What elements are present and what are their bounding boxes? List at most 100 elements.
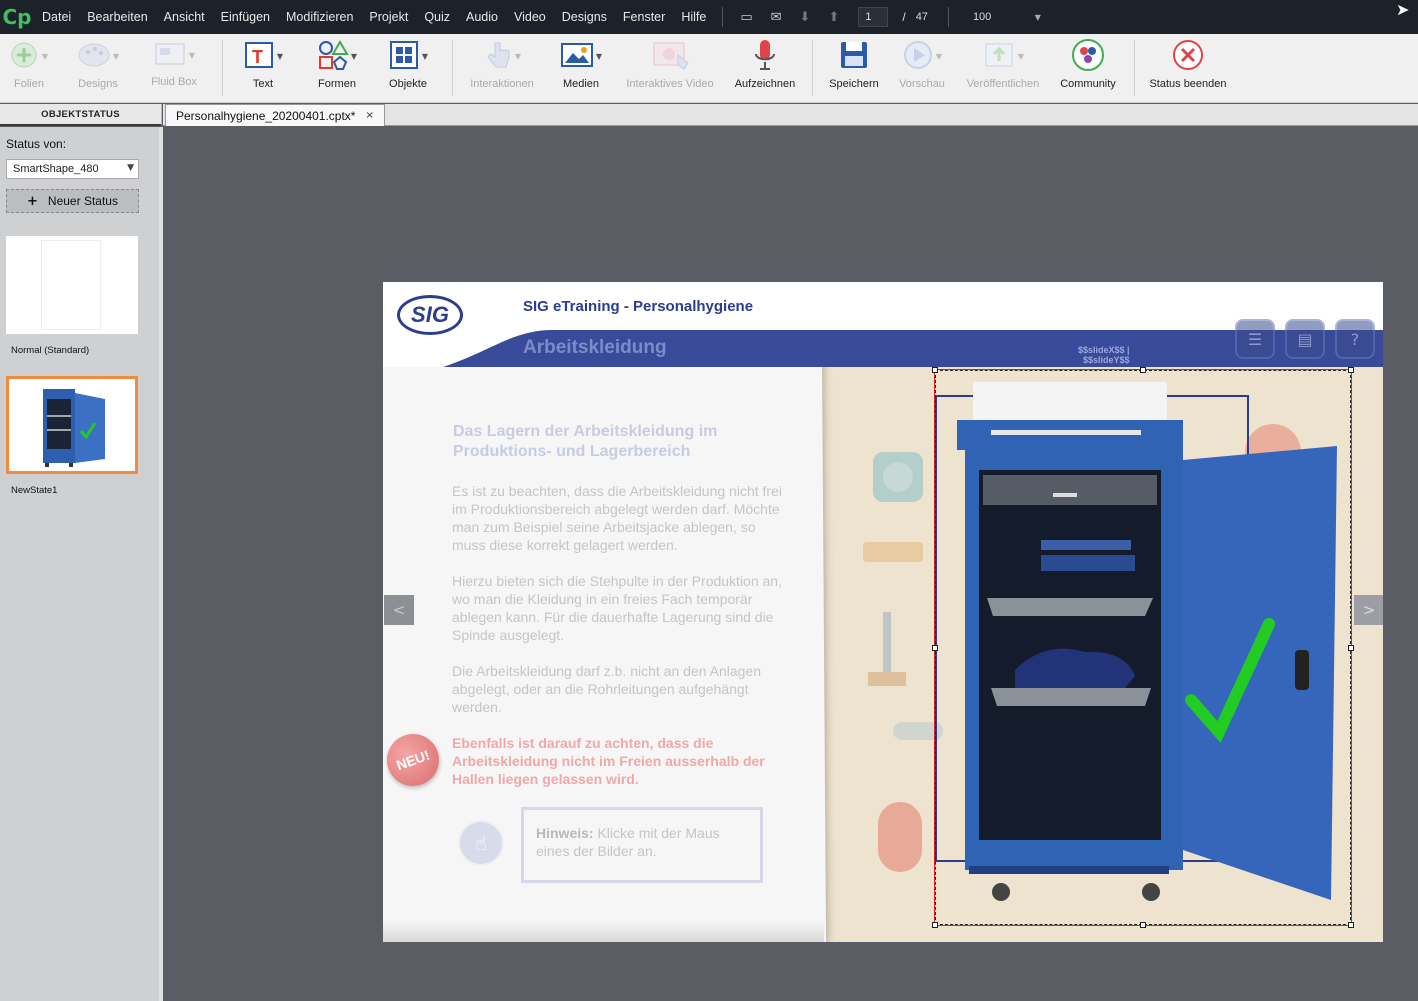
- close-tab-icon[interactable]: ×: [365, 110, 373, 121]
- text-button[interactable]: T ▼ Text: [240, 34, 286, 103]
- status-beenden-button[interactable]: Status beenden: [1146, 34, 1230, 103]
- cabinet-thumbnail-image: [9, 389, 135, 474]
- interaktives-video-button[interactable]: Interaktives Video: [620, 34, 720, 103]
- interaktionen-button[interactable]: ▼ Interaktionen: [466, 34, 538, 103]
- hand-pointer-icon: [483, 39, 513, 74]
- state-label-normal: Normal (Standard): [11, 345, 90, 356]
- add-slide-icon: [10, 40, 40, 73]
- menu-bar: Cp Datei Bearbeiten Ansicht Einfügen Mod…: [0, 0, 1418, 34]
- formen-button[interactable]: ▼ Formen: [312, 34, 362, 103]
- menu-list-button[interactable]: ☰: [1235, 319, 1275, 359]
- objektstatus-tab[interactable]: OBJEKTSTATUS: [0, 104, 162, 126]
- new-state-label: Neuer Status: [47, 194, 118, 208]
- slide-separator: /: [902, 10, 906, 24]
- fluid-box-button[interactable]: ▼ Fluid Box: [146, 34, 202, 103]
- mail-icon[interactable]: ✉: [771, 10, 782, 25]
- selection-bounding-box[interactable]: [932, 367, 1354, 928]
- next-slide-button[interactable]: >: [1354, 595, 1383, 625]
- palette-icon: [77, 40, 111, 73]
- paragraph-1: Es ist zu beachten, dass die Arbeitsklei…: [452, 483, 782, 553]
- vorschau-button[interactable]: ▼ Vorschau: [894, 34, 950, 103]
- slide-variables: $$slideX$$ | $$slideY$$: [1078, 345, 1130, 365]
- play-icon: [902, 39, 934, 74]
- menu-datei[interactable]: Datei: [34, 10, 79, 24]
- resize-handle[interactable]: [1348, 367, 1354, 373]
- resize-handle[interactable]: [1348, 922, 1354, 928]
- menu-projekt[interactable]: Projekt: [361, 10, 416, 24]
- slide-var-x: $$slideX$$ |: [1078, 345, 1130, 355]
- mouse-cursor-icon: ➤: [1396, 0, 1410, 19]
- state-thumbnail-newstate1[interactable]: [6, 376, 138, 474]
- chevron-down-icon: ▼: [1034, 12, 1041, 22]
- menu-audio[interactable]: Audio: [458, 10, 506, 24]
- paper-curl: [383, 922, 824, 942]
- object-state-panel: Status von: SmartShape_480 ▼ + Neuer Sta…: [0, 127, 159, 1001]
- objekte-button[interactable]: ▼ Objekte: [384, 34, 432, 103]
- toolbar: ▼ Folien ▼ Designs ▼ Fluid Box T ▼ Text ▼…: [0, 34, 1418, 103]
- status-object-select[interactable]: SmartShape_480 ▼: [6, 159, 139, 179]
- thumbnail-placeholder: [41, 240, 101, 330]
- slide-header: SIG SIG eTraining - Personalhygiene Arbe…: [383, 282, 1383, 367]
- menu-hilfe[interactable]: Hilfe: [673, 10, 714, 24]
- presentation-icon[interactable]: ▭: [740, 10, 752, 25]
- resize-handle[interactable]: [932, 645, 938, 651]
- paragraph-3: Die Arbeitskleidung darf z.b. nicht an d…: [452, 663, 761, 715]
- community-button[interactable]: Community: [1056, 34, 1120, 103]
- resize-handle[interactable]: [932, 922, 938, 928]
- community-icon: [1071, 38, 1105, 75]
- speichern-button[interactable]: Speichern: [826, 34, 882, 103]
- content-title: Das Lagern der Arbeitskleidung im Produk…: [453, 423, 718, 460]
- stage-canvas: SIG SIG eTraining - Personalhygiene Arbe…: [163, 126, 1418, 1001]
- arrow-down-icon[interactable]: ⬇: [800, 10, 811, 25]
- sig-logo: SIG: [397, 295, 463, 335]
- shapes-icon: [317, 39, 349, 74]
- slide-number-input[interactable]: 1: [858, 7, 889, 27]
- menu-ansicht[interactable]: Ansicht: [156, 10, 213, 24]
- medien-button[interactable]: ▼ Medien: [558, 34, 604, 103]
- menu-divider: [722, 7, 724, 27]
- zoom-select[interactable]: 100 ▼: [967, 7, 1047, 27]
- book-icon: ▤: [1297, 329, 1313, 349]
- close-circle-icon: [1171, 38, 1205, 75]
- resize-handle[interactable]: [932, 367, 938, 373]
- menu-bearbeiten[interactable]: Bearbeiten: [79, 10, 155, 24]
- menu-video[interactable]: Video: [506, 10, 554, 24]
- publish-icon: [982, 39, 1016, 74]
- menu-modifizieren[interactable]: Modifizieren: [278, 10, 361, 24]
- help-button[interactable]: ?: [1335, 319, 1375, 359]
- slide-subtitle: Arbeitskleidung: [523, 337, 667, 358]
- arrow-up-icon[interactable]: ⬆: [828, 10, 839, 25]
- state-thumbnail-normal[interactable]: [6, 236, 138, 334]
- video-icon: [648, 39, 692, 74]
- menu-designs[interactable]: Designs: [554, 10, 615, 24]
- menu-divider: [947, 7, 949, 27]
- aufzeichnen-button[interactable]: Aufzeichnen: [732, 34, 798, 103]
- toolbar-divider: [222, 40, 223, 96]
- designs-button[interactable]: ▼ Designs: [72, 34, 124, 103]
- hint-box: Hinweis: Klicke mit der Maus eines der B…: [521, 807, 763, 883]
- slide: SIG SIG eTraining - Personalhygiene Arbe…: [383, 282, 1383, 942]
- state-label-newstate1: NewState1: [11, 485, 58, 496]
- course-title: SIG eTraining - Personalhygiene: [523, 298, 754, 315]
- document-tab[interactable]: Personalhygiene_20200401.cptx* ×: [165, 104, 385, 126]
- glossary-button[interactable]: ▤: [1285, 319, 1325, 359]
- prev-slide-button[interactable]: <: [384, 595, 414, 625]
- toolbar-divider: [1134, 40, 1135, 96]
- resize-handle[interactable]: [1348, 645, 1354, 651]
- text-icon: T: [243, 39, 275, 74]
- slide-total: 47: [915, 11, 928, 23]
- document-tab-bar: Personalhygiene_20200401.cptx* ×: [163, 104, 1418, 126]
- menu-quiz[interactable]: Quiz: [416, 10, 458, 24]
- menu-einfuegen[interactable]: Einfügen: [213, 10, 278, 24]
- microphone-icon: [750, 38, 780, 75]
- resize-handle[interactable]: [1140, 922, 1146, 928]
- app-logo: Cp: [2, 5, 32, 29]
- resize-handle[interactable]: [1140, 367, 1146, 373]
- new-state-button[interactable]: + Neuer Status: [6, 189, 139, 213]
- veroeffentlichen-button[interactable]: ▼ Veröffentlichen: [962, 34, 1044, 103]
- menu-fenster[interactable]: Fenster: [615, 10, 673, 24]
- question-icon: ?: [1350, 329, 1360, 349]
- image-icon: [560, 40, 594, 73]
- paragraph-2: Hierzu bieten sich die Stehpulte in der …: [452, 573, 782, 643]
- folien-button[interactable]: ▼ Folien: [6, 34, 52, 103]
